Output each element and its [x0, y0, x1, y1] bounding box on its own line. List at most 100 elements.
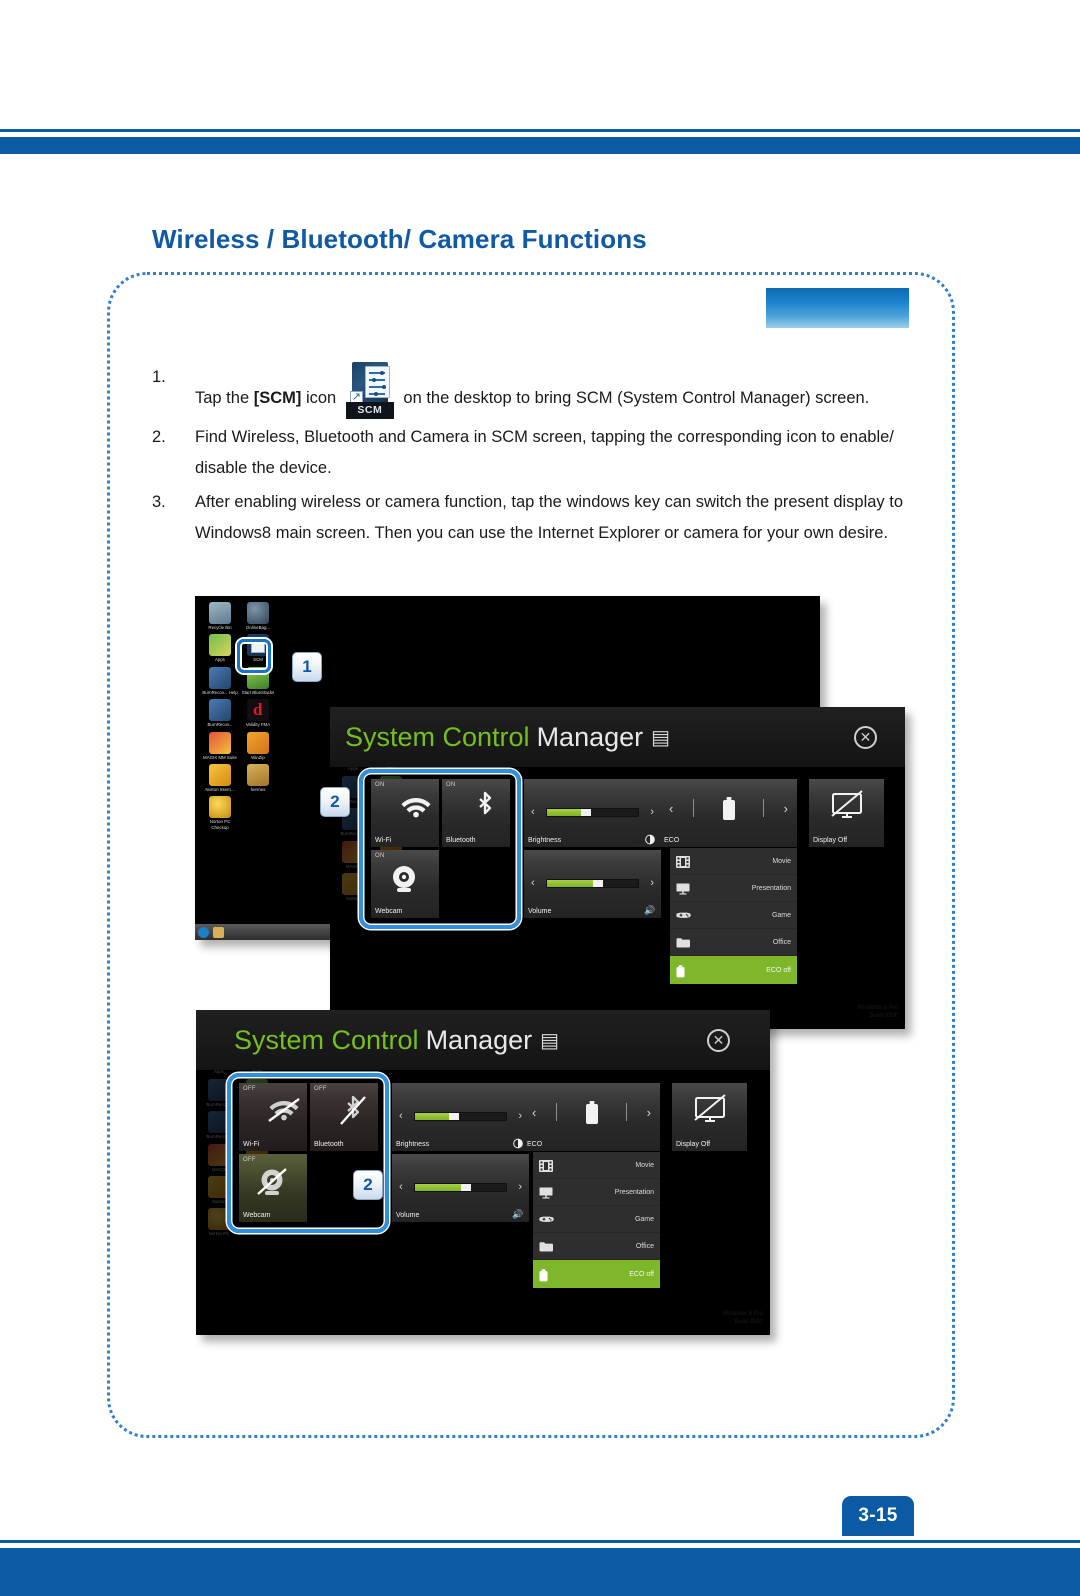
eco-item-label: Game — [771, 911, 791, 919]
step-text: After enabling wireless or camera functi… — [195, 493, 904, 542]
desktop-icon-hermes[interactable]: hermes — [239, 764, 277, 792]
film-icon — [539, 1159, 553, 1172]
page-title-part2: / Camera Functions — [403, 224, 647, 254]
validity-fma-icon: d — [247, 699, 269, 722]
eco-item-label: Presentation — [751, 884, 791, 892]
recycle-bin-icon — [209, 602, 231, 624]
desktop-icon-norton-pc-checkup[interactable]: Norton PC Checkup — [201, 796, 239, 830]
eco-item-movie[interactable]: Movie — [670, 848, 797, 875]
scm-window-off: Recycle BinOnlineBag... AppsSCM BurnReco… — [196, 1010, 770, 1335]
tile-volume[interactable]: ‹ › Volume 🔊 — [392, 1154, 529, 1222]
desktop-icon-label: Recycle Bin — [208, 625, 232, 630]
brightness-decrease-icon[interactable]: ‹ — [531, 807, 535, 818]
eco-item-label: Movie — [772, 857, 791, 865]
brightness-slider-knob[interactable] — [448, 1113, 459, 1120]
eco-next-icon[interactable]: › — [784, 802, 788, 815]
volume-slider-fill — [415, 1184, 463, 1191]
windows-watermark: Windows 8 Pro Build 9200 — [858, 1004, 898, 1020]
eco-item-eco-off[interactable]: ECO off — [670, 956, 797, 984]
list-item: 1. Tap the [SCM] icon ↗ SCM on the deskto… — [152, 362, 912, 419]
header-rule-thick — [0, 137, 1080, 154]
tile-volume[interactable]: ‹ › Volume 🔊 — [524, 850, 661, 918]
desktop-icon-label: Start BlueStacks — [241, 689, 275, 695]
eco-divider-right — [626, 1103, 627, 1121]
eco-item-office[interactable]: Office — [533, 1233, 660, 1260]
brightness-increase-icon[interactable]: › — [650, 807, 654, 818]
page-number-badge: 3-15 — [842, 1496, 914, 1536]
eco-item-office[interactable]: Office — [670, 929, 797, 956]
watermark-line-2: Build 9200 — [734, 1319, 763, 1325]
volume-decrease-icon[interactable]: ‹ — [399, 1182, 403, 1193]
eco-item-presentation[interactable]: Presentation — [670, 875, 797, 902]
volume-increase-icon[interactable]: › — [650, 878, 654, 889]
desktop-icon-burnrecovery[interactable]: BurnRecov... — [201, 699, 239, 727]
tile-brightness[interactable]: ‹ › Brightness — [524, 779, 661, 847]
close-icon[interactable]: ✕ — [707, 1029, 730, 1052]
instruction-list: 1. Tap the [SCM] icon ↗ SCM on the deskto… — [152, 362, 912, 552]
desktop-icon-validity-fma[interactable]: d Validity FMA — [239, 699, 277, 727]
desktop-icon-magix[interactable]: MAGIX MM Suite — [201, 731, 239, 760]
desktop-icon-norton-internet[interactable]: Norton Intern... — [201, 764, 239, 792]
burn-recovery-help-icon — [209, 666, 231, 689]
volume-icon: 🔊 — [512, 1208, 524, 1219]
eco-item-movie[interactable]: Movie — [533, 1152, 660, 1179]
eco-divider-left — [556, 1103, 557, 1121]
footer-rule-thin — [0, 1540, 1080, 1543]
eco-divider-right — [763, 799, 764, 817]
apps-icon — [209, 634, 231, 657]
radio-tiles-highlight — [227, 1073, 389, 1233]
page-title: Wireless / Bluetooth/ Camera Functions — [152, 224, 647, 255]
eco-divider-left — [693, 799, 694, 817]
eco-item-game[interactable]: Game — [533, 1206, 660, 1233]
eco-next-icon[interactable]: › — [647, 1106, 651, 1119]
volume-increase-icon[interactable]: › — [518, 1182, 522, 1193]
tile-display-off[interactable]: Display Off — [809, 779, 884, 847]
desktop-icon-label: Validity FMA — [245, 722, 271, 728]
desktop-icon-label: OnlineBag... — [245, 625, 271, 630]
desktop-icon-label: Norton PC Checkup — [209, 819, 231, 830]
windows-watermark: Windows 8 Pro Build 9200 — [723, 1310, 763, 1326]
eco-prev-icon[interactable]: ‹ — [532, 1106, 536, 1119]
watermark-line-1: Windows 8 Pro — [857, 1005, 898, 1011]
scm-title-icon: ▤ — [540, 1029, 560, 1052]
explorer-taskbar-icon[interactable] — [213, 926, 224, 938]
film-icon — [676, 855, 690, 868]
volume-slider-knob[interactable] — [593, 880, 604, 887]
eco-item-presentation[interactable]: Presentation — [533, 1179, 660, 1206]
tile-eco[interactable]: ‹ › ECO — [660, 779, 797, 847]
tile-brightness[interactable]: ‹ › Brightness — [392, 1083, 529, 1151]
desktop-icon-winzip[interactable]: WinZip — [239, 731, 277, 760]
desktop-icon-apps[interactable]: Apps — [201, 634, 239, 662]
close-icon[interactable]: ✕ — [854, 726, 877, 749]
brightness-slider-knob[interactable] — [580, 809, 591, 816]
brightness-increase-icon[interactable]: › — [518, 1111, 522, 1122]
tile-display-off[interactable]: Display Off — [672, 1083, 747, 1151]
brightness-slider[interactable] — [414, 1112, 507, 1121]
callout-badge-1: 1 — [292, 652, 322, 682]
volume-slider[interactable] — [414, 1183, 507, 1192]
desktop-icon-onlinebackup[interactable]: OnlineBag... — [239, 602, 277, 630]
desktop-icon-row: MAGIX MM Suite WinZip — [201, 731, 277, 760]
volume-decrease-icon[interactable]: ‹ — [531, 878, 535, 889]
scm-icon: ↗ SCM — [345, 362, 394, 419]
desktop-icon-burnrecovery-help[interactable]: BurnRecov... Help — [201, 666, 239, 695]
eco-prev-icon[interactable]: ‹ — [669, 802, 673, 815]
monitor-off-icon — [828, 789, 866, 821]
step-number: 1. — [152, 368, 166, 386]
brightness-icon — [645, 834, 655, 844]
desktop-icon-label: BurnRecov... Help — [202, 689, 238, 695]
blue-gradient-block — [766, 288, 909, 328]
brightness-slider-fill — [415, 1113, 450, 1120]
tile-label: Volume — [528, 908, 552, 915]
eco-item-game[interactable]: Game — [670, 902, 797, 929]
volume-slider[interactable] — [546, 879, 639, 888]
volume-slider-knob[interactable] — [461, 1184, 472, 1191]
desktop-icon-recycle-bin[interactable]: Recycle Bin — [201, 602, 239, 630]
ie-taskbar-icon[interactable] — [198, 926, 209, 938]
eco-item-eco-off[interactable]: ECO off — [533, 1260, 660, 1288]
header-rule-thin — [0, 129, 1080, 132]
tile-eco[interactable]: ‹ › ECO — [523, 1083, 660, 1151]
brightness-slider[interactable] — [546, 808, 639, 817]
brightness-decrease-icon[interactable]: ‹ — [399, 1111, 403, 1122]
eco-item-label: Presentation — [614, 1188, 654, 1196]
